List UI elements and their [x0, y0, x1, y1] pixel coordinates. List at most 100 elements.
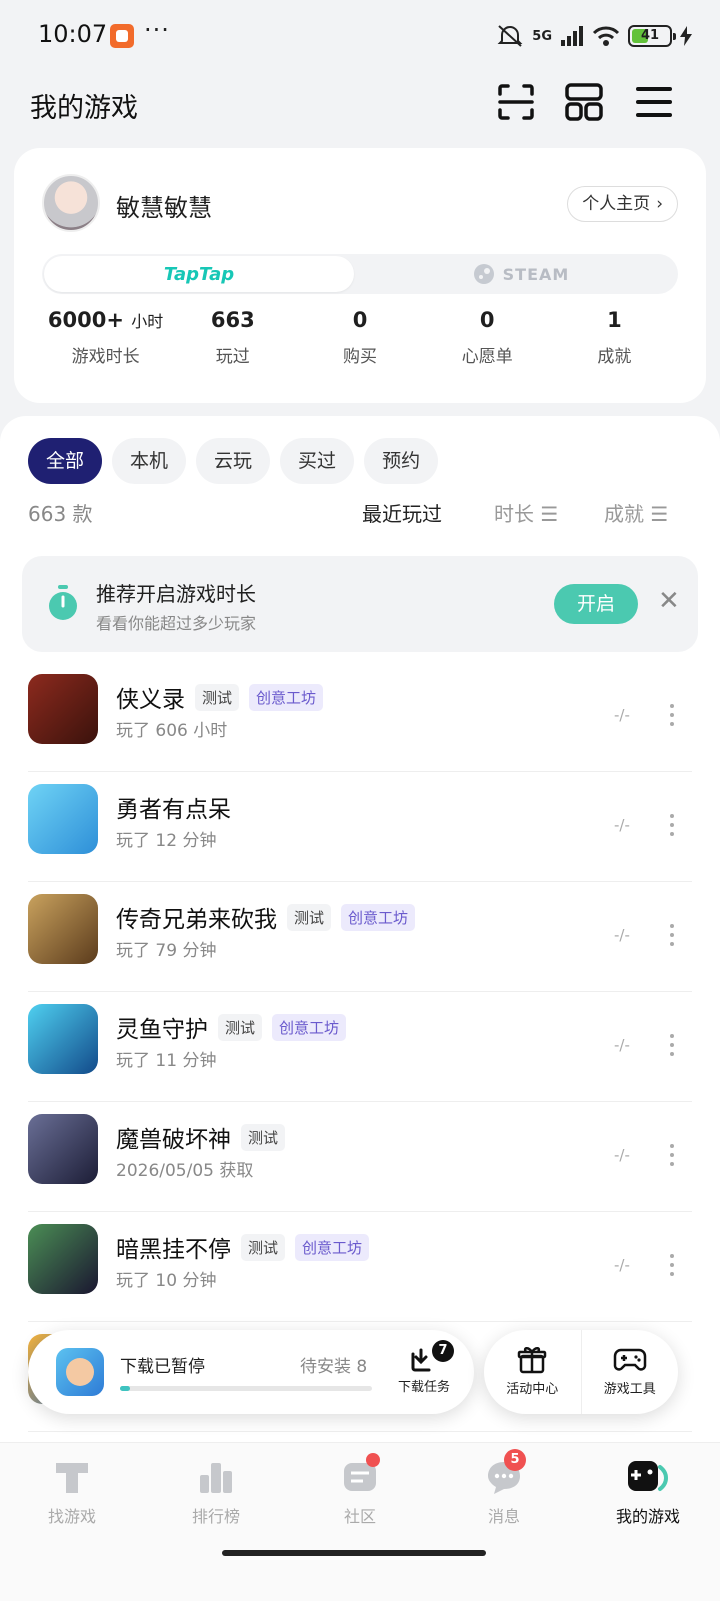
- home-indicator[interactable]: [222, 1550, 486, 1556]
- mute-icon: [497, 25, 523, 47]
- game-play-info: 玩了 10 分钟: [116, 1271, 217, 1291]
- status-icons: 5G 41: [496, 22, 692, 50]
- game-icon: [28, 784, 98, 854]
- game-play-info: 2026/05/05 获取: [116, 1161, 254, 1181]
- nav-messages[interactable]: 5 消息: [432, 1443, 576, 1601]
- more-icon[interactable]: [668, 924, 676, 950]
- scan-icon[interactable]: [496, 82, 536, 122]
- tag-test: 测试: [195, 683, 240, 711]
- game-row[interactable]: 勇者有点呆 玩了 12 分钟 -/-: [28, 772, 692, 882]
- game-icon: [28, 1004, 98, 1074]
- nav-my-games[interactable]: 我的游戏: [576, 1443, 720, 1601]
- tab-taptap[interactable]: TapTap: [44, 256, 354, 292]
- download-count-badge: 7: [432, 1340, 454, 1362]
- download-task-button[interactable]: 下载任务 7: [388, 1340, 460, 1395]
- playtime-tip-banner: 推荐开启游戏时长 看看你能超过多少玩家 开启 ✕: [22, 556, 698, 652]
- nav-find-games[interactable]: 找游戏: [0, 1443, 144, 1601]
- tag-test: 测试: [287, 903, 332, 931]
- charging-icon: [680, 26, 692, 46]
- game-row[interactable]: 传奇兄弟来砍我 测试 创意工坊 玩了 79 分钟 -/-: [28, 882, 692, 992]
- wifi-icon: [592, 26, 620, 46]
- more-icon[interactable]: [668, 1034, 676, 1060]
- filter-all[interactable]: 全部: [28, 438, 103, 484]
- game-row[interactable]: 灵鱼守护 测试 创意工坊 玩了 11 分钟 -/-: [28, 992, 692, 1102]
- sort-order-icon: ☰: [650, 502, 669, 526]
- gift-icon: [518, 1347, 547, 1374]
- more-icon[interactable]: [668, 704, 676, 730]
- game-achievement: -/-: [614, 926, 630, 944]
- bottom-nav: 找游戏 排行榜 社区 5 消息 我的游戏: [0, 1442, 720, 1601]
- profile-home-label: 个人主页: [582, 194, 651, 214]
- nav-community[interactable]: 社区: [288, 1443, 432, 1601]
- game-title: 勇者有点呆: [116, 797, 231, 823]
- ranking-icon: [200, 1463, 232, 1493]
- steam-icon: [473, 264, 494, 284]
- game-play-info: 玩了 11 分钟: [116, 1051, 217, 1071]
- game-row[interactable]: 暗黑挂不停 测试 创意工坊 玩了 10 分钟 -/-: [28, 1212, 692, 1322]
- game-list-panel: 全部 本机 云玩 买过 预约 663 款 最近玩过 时长 ☰ 成就 ☰ 推荐开启…: [0, 416, 720, 1542]
- tab-steam[interactable]: STEAM: [366, 256, 676, 292]
- filter-reserved[interactable]: 预约: [364, 438, 439, 484]
- menu-icon[interactable]: [634, 82, 674, 122]
- platform-switch: TapTap STEAM: [42, 254, 678, 294]
- filter-cloud[interactable]: 云玩: [196, 438, 271, 484]
- tag-workshop: 创意工坊: [249, 683, 324, 711]
- taptap-logo-icon: [56, 1463, 88, 1493]
- message-count-badge: 5: [504, 1449, 526, 1471]
- network-type: 5G: [532, 28, 552, 44]
- tag-test: 测试: [241, 1123, 286, 1151]
- tag-workshop: 创意工坊: [272, 1013, 347, 1041]
- tip-title: 推荐开启游戏时长: [96, 582, 256, 606]
- stat-achievements[interactable]: 1 成就: [551, 308, 678, 367]
- more-icon[interactable]: [668, 1144, 676, 1170]
- game-icon: [28, 674, 98, 744]
- tag-workshop: 创意工坊: [341, 903, 416, 931]
- download-bar[interactable]: 下载已暂停 待安装 8 下载任务 7: [28, 1330, 474, 1414]
- my-games-icon: [628, 1461, 668, 1491]
- more-notifications-icon: ···: [144, 16, 170, 44]
- layout-icon[interactable]: [564, 82, 604, 122]
- page-title: 我的游戏: [30, 93, 138, 124]
- download-progress: [120, 1386, 372, 1391]
- more-icon[interactable]: [668, 1254, 676, 1280]
- enable-button[interactable]: 开启: [554, 584, 638, 624]
- download-status: 下载已暂停: [120, 1357, 205, 1377]
- activity-center-button[interactable]: 活动中心: [484, 1330, 581, 1414]
- game-row[interactable]: 侠义录 测试 创意工坊 玩了 606 小时 -/-: [28, 662, 692, 772]
- download-game-thumbnail: [56, 1348, 104, 1396]
- game-achievement: -/-: [614, 1146, 630, 1164]
- game-count: 663 款: [28, 502, 93, 526]
- tag-test: 测试: [241, 1233, 286, 1261]
- game-play-info: 玩了 79 分钟: [116, 941, 217, 961]
- battery-icon: 41: [628, 25, 676, 47]
- game-row[interactable]: 魔兽破坏神 测试 2026/05/05 获取 -/-: [28, 1102, 692, 1212]
- profile-card: 敏慧敏慧 个人主页 › TapTap STEAM 6000+ 小时 游戏时长 6…: [14, 148, 706, 403]
- profile-home-button[interactable]: 个人主页 ›: [567, 186, 678, 222]
- community-dot-badge: [366, 1453, 380, 1467]
- game-title: 灵鱼守护: [116, 1017, 208, 1043]
- sort-recent[interactable]: 最近玩过: [362, 498, 442, 527]
- close-icon[interactable]: ✕: [658, 586, 680, 616]
- username: 敏慧敏慧: [116, 194, 212, 222]
- stat-purchased[interactable]: 0 购买: [296, 308, 423, 367]
- stat-play-time[interactable]: 6000+ 小时 游戏时长: [42, 308, 169, 367]
- game-achievement: -/-: [614, 706, 630, 724]
- sort-achievement[interactable]: 成就 ☰: [604, 498, 668, 527]
- game-title: 魔兽破坏神: [116, 1127, 231, 1153]
- stat-played[interactable]: 663 玩过: [169, 308, 296, 367]
- tip-subtitle: 看看你能超过多少玩家: [96, 614, 257, 633]
- stat-wishlist[interactable]: 0 心愿单: [424, 308, 551, 367]
- tag-workshop: 创意工坊: [295, 1233, 370, 1261]
- nav-rankings[interactable]: 排行榜: [144, 1443, 288, 1601]
- filter-bought[interactable]: 买过: [280, 438, 355, 484]
- signal-icon: [561, 26, 583, 46]
- status-time: 10:07: [38, 20, 108, 48]
- game-achievement: -/-: [614, 1256, 630, 1274]
- chevron-right-icon: ›: [656, 194, 663, 214]
- sort-duration[interactable]: 时长 ☰: [494, 498, 558, 527]
- more-icon[interactable]: [668, 814, 676, 840]
- game-tools-button[interactable]: 游戏工具: [580, 1330, 679, 1414]
- avatar[interactable]: [42, 174, 100, 232]
- filter-chips: 全部 本机 云玩 买过 预约: [28, 438, 439, 484]
- filter-local[interactable]: 本机: [112, 438, 187, 484]
